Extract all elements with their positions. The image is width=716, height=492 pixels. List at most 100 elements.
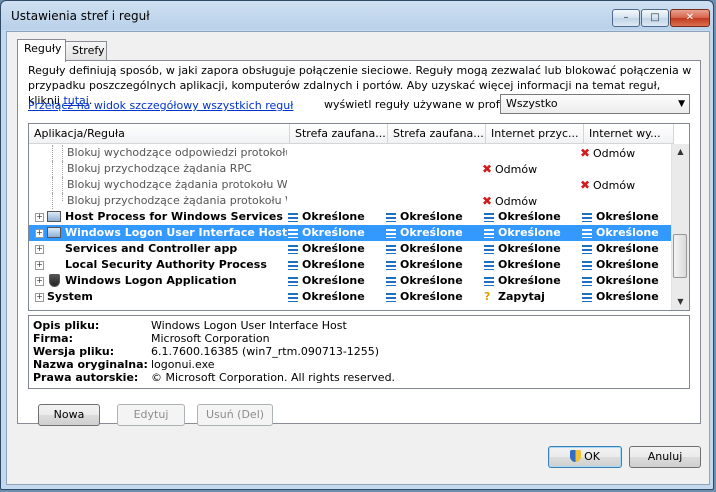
expand-icon[interactable]: +	[35, 293, 44, 302]
original-name-label: Nazwa oryginalna:	[33, 358, 148, 371]
trusted-zone-in-value: Określone	[288, 209, 384, 225]
tab-rules[interactable]: Reguły	[17, 39, 66, 62]
expand-icon[interactable]: +	[35, 277, 44, 286]
company-value: Microsoft Corporation	[151, 332, 270, 345]
ok-button[interactable]: OK	[548, 446, 622, 468]
rule-row[interactable]: Blokuj wychodzące odpowiedzi protokołu I…	[29, 145, 672, 161]
file-description-label: Opis pliku:	[33, 319, 100, 332]
trusted-zone-out-value: Określone	[386, 289, 482, 305]
defined-icon	[582, 212, 592, 222]
file-version-label: Wersja pliku:	[33, 345, 115, 358]
trusted-zone-out-value: Określone	[386, 209, 482, 225]
application-name: Local Security Authority Process	[65, 258, 267, 271]
defined-icon	[582, 244, 592, 254]
internet-out-value: Określone	[582, 273, 672, 289]
internet-out-value: Określone	[582, 241, 672, 257]
remove-rule-button[interactable]: Usuń (Del)	[197, 404, 273, 426]
rule-row[interactable]: Blokuj wychodzące żądania protokołu Web …	[29, 177, 672, 193]
scroll-up-icon[interactable]: ▲	[672, 144, 689, 160]
application-row[interactable]: + Windows Logon Application Określone Ok…	[29, 273, 672, 289]
deny-icon: ✖	[482, 162, 493, 176]
internet-in-value: Określone	[484, 209, 580, 225]
column-header-trusted-zone-in[interactable]: Strefa zaufana...	[290, 124, 388, 144]
application-row-selected[interactable]: + Windows Logon User Interface Host Okre…	[29, 225, 672, 241]
trusted-zone-out-value: Określone	[386, 241, 482, 257]
internet-out-value: Określone	[582, 209, 672, 225]
trusted-zone-in-value: Określone	[288, 225, 384, 241]
defined-icon	[582, 292, 592, 302]
internet-in-value: ✖ Odmów	[482, 162, 538, 176]
application-icon	[47, 227, 61, 238]
defined-icon	[582, 276, 592, 286]
deny-icon: ✖	[482, 194, 493, 208]
expand-icon[interactable]: +	[35, 229, 44, 238]
internet-out-value: Określone	[582, 257, 672, 273]
expand-icon[interactable]: +	[35, 213, 44, 222]
rule-name: Blokuj przychodzące żądania RPC	[67, 162, 252, 175]
column-header-trusted-zone-out[interactable]: Strefa zaufana...	[388, 124, 486, 144]
original-name-value: logonui.exe	[151, 358, 215, 371]
deny-icon: ✖	[580, 146, 591, 160]
defined-icon	[484, 228, 494, 238]
expand-icon[interactable]: +	[35, 261, 44, 270]
defined-icon	[484, 212, 494, 222]
rule-row[interactable]: Blokuj przychodzące żądania protokołu We…	[29, 193, 672, 209]
vertical-scrollbar[interactable]: ▲ ▼	[671, 144, 689, 310]
column-header-internet-in[interactable]: Internet przyc...	[486, 124, 584, 144]
internet-out-value: Określone	[582, 225, 672, 241]
new-rule-button[interactable]: Nowa	[38, 404, 100, 426]
defined-icon	[288, 260, 298, 270]
edit-rule-button[interactable]: Edytuj	[117, 404, 185, 426]
defined-icon	[484, 244, 494, 254]
dialog-window: Ustawienia stref i reguł – □ ✕ Reguły St…	[0, 0, 714, 490]
rule-name: Blokuj przychodzące żądania protokołu We…	[67, 194, 287, 207]
expand-icon[interactable]: +	[35, 245, 44, 254]
column-header-internet-out[interactable]: Internet wy...	[584, 124, 674, 144]
trusted-zone-in-value: Określone	[288, 289, 384, 305]
defined-icon	[386, 276, 396, 286]
defined-icon	[386, 260, 396, 270]
application-row[interactable]: + Local Security Authority Process Okreś…	[29, 257, 672, 273]
application-row[interactable]: + Services and Controller app Określone …	[29, 241, 672, 257]
application-name: Windows Logon User Interface Host	[65, 226, 288, 239]
rule-row[interactable]: Blokuj przychodzące żądania RPC ✖ Odmów	[29, 161, 672, 177]
trusted-zone-in-value: Określone	[288, 273, 384, 289]
column-header-application[interactable]: Aplikacja/Reguła	[29, 124, 290, 144]
file-info-panel: Opis pliku: Windows Logon User Interface…	[28, 315, 690, 389]
title-bar[interactable]: Ustawienia stref i reguł – □ ✕	[1, 1, 713, 31]
detailed-view-link[interactable]: Przełącz na widok szczegółowy wszystkich…	[28, 99, 293, 112]
defined-icon	[386, 244, 396, 254]
copyright-value: © Microsoft Corporation. All rights rese…	[151, 371, 396, 384]
scrollbar-thumb[interactable]	[673, 234, 687, 278]
defined-icon	[582, 260, 592, 270]
defined-icon	[386, 228, 396, 238]
tab-zones[interactable]: Strefy	[65, 41, 107, 61]
defined-icon	[582, 228, 592, 238]
internet-out-value: ✖ Odmów	[580, 178, 636, 192]
minimize-button[interactable]: –	[612, 9, 640, 27]
maximize-button[interactable]: □	[641, 9, 669, 27]
file-description-value: Windows Logon User Interface Host	[151, 319, 347, 332]
scroll-down-icon[interactable]: ▼	[672, 294, 689, 310]
internet-in-value: Określone	[484, 273, 580, 289]
dialog-client-area: Reguły Strefy Reguły definiują sposób, w…	[6, 31, 710, 485]
application-row[interactable]: + Host Process for Windows Services Okre…	[29, 209, 672, 225]
close-button[interactable]: ✕	[670, 9, 710, 27]
trusted-zone-out-value: Określone	[386, 273, 482, 289]
application-name: System	[47, 290, 93, 303]
rules-list[interactable]: Aplikacja/Reguła Strefa zaufana... Stref…	[28, 123, 690, 311]
trusted-zone-out-value: Określone	[386, 225, 482, 241]
application-icon	[47, 211, 61, 222]
internet-in-value: ✖ Odmów	[482, 194, 538, 208]
cancel-button[interactable]: Anuluj	[629, 446, 701, 468]
internet-in-value: Określone	[484, 241, 580, 257]
defined-icon	[288, 244, 298, 254]
trusted-zone-out-value: Określone	[386, 257, 482, 273]
defined-icon	[288, 276, 298, 286]
application-row[interactable]: + System Określone Określone ? Zapytaj Ok…	[29, 289, 672, 305]
rules-tab-panel: Reguły definiują sposób, w jaki zapora o…	[17, 60, 701, 426]
rule-name: Blokuj wychodzące żądania protokołu Web …	[67, 178, 287, 191]
defined-icon	[386, 212, 396, 222]
chevron-down-icon: ▼	[678, 99, 685, 109]
profile-select[interactable]: Wszystko ▼	[500, 94, 690, 114]
